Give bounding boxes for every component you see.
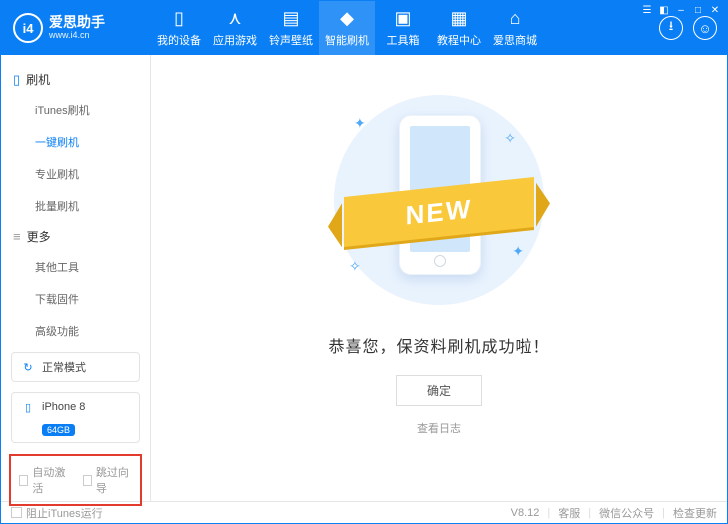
sys-menu-icon[interactable]: ☰ bbox=[640, 4, 654, 16]
nav-ringtones[interactable]: ▤铃声壁纸 bbox=[263, 1, 319, 55]
sidebar-item-oneclick-flash[interactable]: 一键刷机 bbox=[1, 126, 150, 158]
app-header: i4 爱思助手 www.i4.cn ▯我的设备 ⋏应用游戏 ▤铃声壁纸 ◆智能刷… bbox=[1, 1, 727, 55]
storage-badge: 64GB bbox=[42, 424, 75, 436]
nav-tutorials[interactable]: ▦教程中心 bbox=[431, 1, 487, 55]
checkbox-icon bbox=[19, 475, 28, 486]
minimize-button[interactable]: – bbox=[674, 4, 688, 16]
wallpaper-icon: ▤ bbox=[282, 9, 299, 29]
flash-icon: ◆ bbox=[340, 9, 354, 29]
nav-smart-flash[interactable]: ◆智能刷机 bbox=[319, 1, 375, 55]
footer-link-wechat[interactable]: 微信公众号 bbox=[599, 505, 654, 521]
logo-subtitle: www.i4.cn bbox=[49, 31, 105, 41]
sidebar-item-other-tools[interactable]: 其他工具 bbox=[1, 251, 150, 283]
sidebar-section-flash: ▯ 刷机 bbox=[1, 65, 150, 94]
nav-toolbox[interactable]: ▣工具箱 bbox=[375, 1, 431, 55]
sparkle-icon: ✧ bbox=[504, 130, 516, 147]
close-button[interactable]: ✕ bbox=[708, 4, 722, 16]
options-highlight-box: 自动激活 跳过向导 bbox=[9, 454, 142, 506]
mode-indicator[interactable]: ↻ 正常模式 bbox=[11, 352, 140, 382]
main-content: ✦ ✧ ✧ ✦ NEW 恭喜您，保资料刷机成功啦！ 确定 查看日志 bbox=[151, 55, 727, 501]
checkbox-icon bbox=[83, 475, 92, 486]
version-label: V8.12 bbox=[511, 507, 540, 519]
checkbox-block-itunes[interactable]: 阻止iTunes运行 bbox=[11, 505, 103, 521]
sidebar-item-itunes-flash[interactable]: iTunes刷机 bbox=[1, 94, 150, 126]
success-message: 恭喜您，保资料刷机成功啦！ bbox=[328, 333, 549, 357]
sparkle-icon: ✧ bbox=[349, 258, 361, 275]
sidebar-item-download-firmware[interactable]: 下载固件 bbox=[1, 283, 150, 315]
success-illustration: ✦ ✧ ✧ ✦ NEW bbox=[334, 95, 544, 305]
view-log-link[interactable]: 查看日志 bbox=[417, 420, 461, 436]
top-nav: ▯我的设备 ⋏应用游戏 ▤铃声壁纸 ◆智能刷机 ▣工具箱 ▦教程中心 ⌂爱思商城 bbox=[151, 1, 649, 55]
device-indicator[interactable]: ▯ iPhone 8 64GB bbox=[11, 392, 140, 443]
ok-button[interactable]: 确定 bbox=[396, 375, 482, 406]
logo-title: 爱思助手 bbox=[49, 15, 105, 30]
checkbox-skip-wizard[interactable]: 跳过向导 bbox=[83, 464, 133, 496]
refresh-icon: ↻ bbox=[20, 359, 36, 375]
footer-link-support[interactable]: 客服 bbox=[558, 505, 580, 521]
tutorial-icon: ▦ bbox=[450, 9, 467, 29]
app-logo: i4 爱思助手 www.i4.cn bbox=[1, 13, 151, 43]
header-right: ⭳ ☺ bbox=[649, 16, 727, 40]
device-small-icon: ▯ bbox=[13, 72, 20, 88]
more-icon: ≡ bbox=[13, 229, 21, 244]
sidebar-item-advanced[interactable]: 高级功能 bbox=[1, 315, 150, 347]
logo-badge-icon: i4 bbox=[13, 13, 43, 43]
sidebar: ▯ 刷机 iTunes刷机 一键刷机 专业刷机 批量刷机 ≡ 更多 其他工具 下… bbox=[1, 55, 151, 501]
phone-small-icon: ▯ bbox=[20, 399, 36, 415]
sidebar-item-batch-flash[interactable]: 批量刷机 bbox=[1, 190, 150, 222]
download-button[interactable]: ⭳ bbox=[659, 16, 683, 40]
store-icon: ⌂ bbox=[510, 9, 521, 29]
window-controls: ☰ ◧ – □ ✕ bbox=[640, 4, 722, 16]
apps-icon: ⋏ bbox=[228, 9, 241, 29]
toolbox-icon: ▣ bbox=[394, 9, 411, 29]
checkbox-icon bbox=[11, 507, 22, 518]
maximize-button[interactable]: □ bbox=[691, 4, 705, 16]
sparkle-icon: ✦ bbox=[512, 243, 524, 260]
checkbox-auto-activate[interactable]: 自动激活 bbox=[19, 464, 69, 496]
account-button[interactable]: ☺ bbox=[693, 16, 717, 40]
sidebar-item-pro-flash[interactable]: 专业刷机 bbox=[1, 158, 150, 190]
footer-link-update[interactable]: 检查更新 bbox=[673, 505, 717, 521]
sidebar-section-more: ≡ 更多 bbox=[1, 222, 150, 251]
device-icon: ▯ bbox=[174, 9, 184, 29]
sys-shirt-icon[interactable]: ◧ bbox=[657, 4, 671, 16]
nav-store[interactable]: ⌂爱思商城 bbox=[487, 1, 543, 55]
nav-my-device[interactable]: ▯我的设备 bbox=[151, 1, 207, 55]
nav-apps[interactable]: ⋏应用游戏 bbox=[207, 1, 263, 55]
sparkle-icon: ✦ bbox=[354, 115, 366, 132]
